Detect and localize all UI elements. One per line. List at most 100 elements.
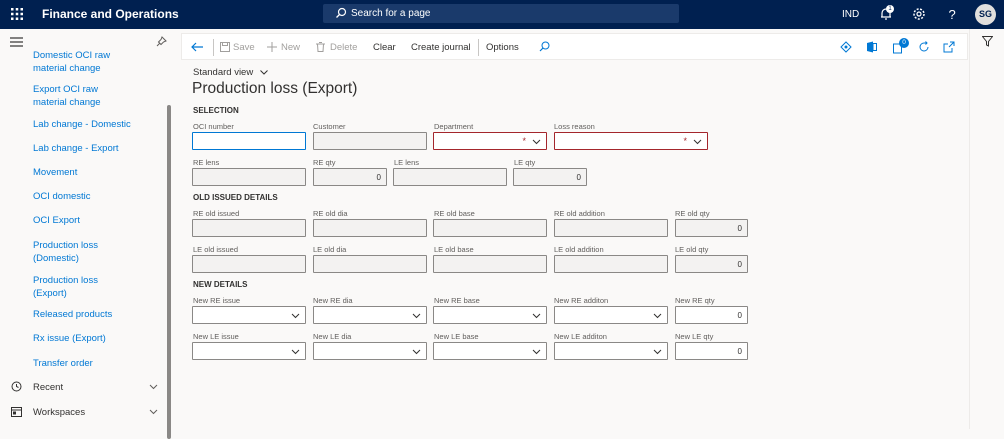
divider — [478, 39, 479, 56]
options-button[interactable]: Options — [486, 42, 519, 53]
chevron-down-icon — [291, 349, 300, 355]
app-title[interactable]: Finance and Operations — [42, 7, 179, 21]
chevron-down-icon — [532, 313, 541, 319]
trash-icon — [316, 42, 325, 52]
nav-link-transfer-order[interactable]: Transfer order — [33, 357, 93, 370]
refresh-icon[interactable] — [918, 41, 930, 53]
re-old-addition-field[interactable] — [554, 219, 668, 237]
action-pane: Save New Delete Clear Create journal Opt… — [181, 33, 968, 60]
chevron-down-icon — [412, 313, 421, 319]
save-icon — [220, 42, 230, 52]
required-marker: * — [683, 136, 687, 146]
nav-link-oci-domestic[interactable]: OCI domestic — [33, 190, 91, 203]
le-old-addition-field[interactable] — [554, 255, 668, 273]
nav-link-domestic-oci-raw-material-change[interactable]: Domestic OCI raw material change — [33, 49, 110, 75]
re-old-base-field[interactable] — [433, 219, 547, 237]
re-old-issued-field[interactable] — [192, 219, 306, 237]
chevron-down-icon — [693, 139, 702, 145]
search-placeholder: Search for a page — [351, 8, 431, 19]
gear-icon[interactable] — [912, 7, 926, 21]
notification-count: 1 — [886, 5, 894, 13]
filter-icon[interactable] — [982, 36, 993, 47]
nav-link-lab-change-domestic[interactable]: Lab change - Domestic — [33, 118, 131, 131]
filter-pane — [969, 29, 1004, 429]
chevron-down-icon — [653, 313, 662, 319]
le-old-base-field[interactable] — [433, 255, 547, 273]
oci-number-field[interactable] — [192, 132, 306, 150]
customer-field[interactable] — [313, 132, 427, 150]
new-re-dia-label: New RE dia — [313, 296, 353, 305]
nav-workspaces[interactable]: Workspaces — [33, 407, 85, 418]
search-box[interactable]: Search for a page — [323, 4, 679, 23]
loss-reason-dropdown[interactable]: * — [554, 132, 708, 150]
create-journal-button[interactable]: Create journal — [411, 42, 471, 53]
new-re-addition-dropdown[interactable] — [554, 306, 668, 324]
nav-link-oci-export[interactable]: OCI Export — [33, 214, 80, 227]
new-le-dia-dropdown[interactable] — [313, 342, 427, 360]
re-old-dia-field[interactable] — [313, 219, 427, 237]
new-re-base-dropdown[interactable] — [433, 306, 547, 324]
le-old-dia-field[interactable] — [313, 255, 427, 273]
new-le-issue-label: New LE issue — [193, 332, 239, 341]
new-re-issue-label: New RE issue — [193, 296, 241, 305]
le-old-issued-label: LE old issued — [193, 245, 239, 254]
re-lens-field[interactable] — [192, 168, 306, 186]
save-button[interactable]: Save — [233, 42, 255, 53]
nav-scrollbar[interactable] — [167, 105, 171, 439]
nav-link-production-loss-domestic[interactable]: Production loss (Domestic) — [33, 239, 98, 265]
new-re-issue-dropdown[interactable] — [192, 306, 306, 324]
nav-link-movement[interactable]: Movement — [33, 166, 77, 179]
re-old-addition-label: RE old addition — [554, 209, 605, 218]
chevron-down-icon — [259, 70, 268, 75]
new-re-addition-label: New RE additon — [554, 296, 609, 305]
new-re-qty-field[interactable]: 0 — [675, 306, 748, 324]
company-selector[interactable]: IND — [842, 9, 859, 20]
pin-icon[interactable] — [156, 36, 167, 47]
chevron-down-icon[interactable] — [149, 384, 158, 390]
hamburger-menu-icon[interactable] — [10, 37, 23, 47]
re-old-issued-label: RE old issued — [193, 209, 240, 218]
app-launcher-icon[interactable] — [10, 7, 24, 21]
delete-button[interactable]: Delete — [330, 42, 357, 53]
new-le-base-dropdown[interactable] — [433, 342, 547, 360]
re-old-dia-label: RE old dia — [313, 209, 348, 218]
back-arrow-icon[interactable] — [191, 42, 204, 52]
open-new-window-icon[interactable] — [943, 41, 955, 53]
diamond-icon[interactable] — [840, 41, 852, 53]
new-re-qty-label: New RE qty — [675, 296, 715, 305]
le-old-addition-label: LE old addition — [554, 245, 604, 254]
le-old-qty-field[interactable]: 0 — [675, 255, 748, 273]
re-qty-field[interactable]: 0 — [313, 168, 387, 186]
nav-link-production-loss-export[interactable]: Production loss (Export) — [33, 274, 98, 300]
avatar[interactable]: SG — [975, 4, 996, 25]
top-bar: Finance and Operations Search for a page… — [0, 0, 1004, 29]
le-old-dia-label: LE old dia — [313, 245, 347, 254]
navigation-pane: Domestic OCI raw material change Export O… — [0, 29, 176, 439]
new-button[interactable]: New — [281, 42, 300, 53]
chevron-down-icon[interactable] — [149, 409, 158, 415]
re-old-qty-field[interactable]: 0 — [675, 219, 748, 237]
nav-link-export-oci-raw-material-change[interactable]: Export OCI raw material change — [33, 83, 101, 109]
new-le-issue-dropdown[interactable] — [192, 342, 306, 360]
le-qty-label: LE qty — [514, 158, 536, 167]
nav-link-rx-issue-export[interactable]: Rx issue (Export) — [33, 332, 106, 345]
department-dropdown[interactable]: * — [433, 132, 547, 150]
section-new-details: NEW DETAILS — [193, 280, 248, 289]
view-selector[interactable]: Standard view — [193, 67, 268, 78]
new-le-addition-dropdown[interactable] — [554, 342, 668, 360]
le-old-issued-field[interactable] — [192, 255, 306, 273]
le-lens-field[interactable] — [393, 168, 507, 186]
le-old-qty-label: LE old qty — [675, 245, 709, 254]
nav-link-lab-change-export[interactable]: Lab change - Export — [33, 142, 119, 155]
new-le-qty-field[interactable]: 0 — [675, 342, 748, 360]
search-icon[interactable] — [539, 41, 550, 52]
chevron-down-icon — [412, 349, 421, 355]
le-qty-field[interactable]: 0 — [513, 168, 587, 186]
nav-recent[interactable]: Recent — [33, 382, 63, 393]
office-icon[interactable] — [866, 41, 877, 53]
new-re-dia-dropdown[interactable] — [313, 306, 427, 324]
clear-button[interactable]: Clear — [373, 42, 396, 53]
nav-link-released-products[interactable]: Released products — [33, 308, 112, 321]
help-icon[interactable]: ? — [945, 7, 959, 21]
chevron-down-icon — [532, 349, 541, 355]
